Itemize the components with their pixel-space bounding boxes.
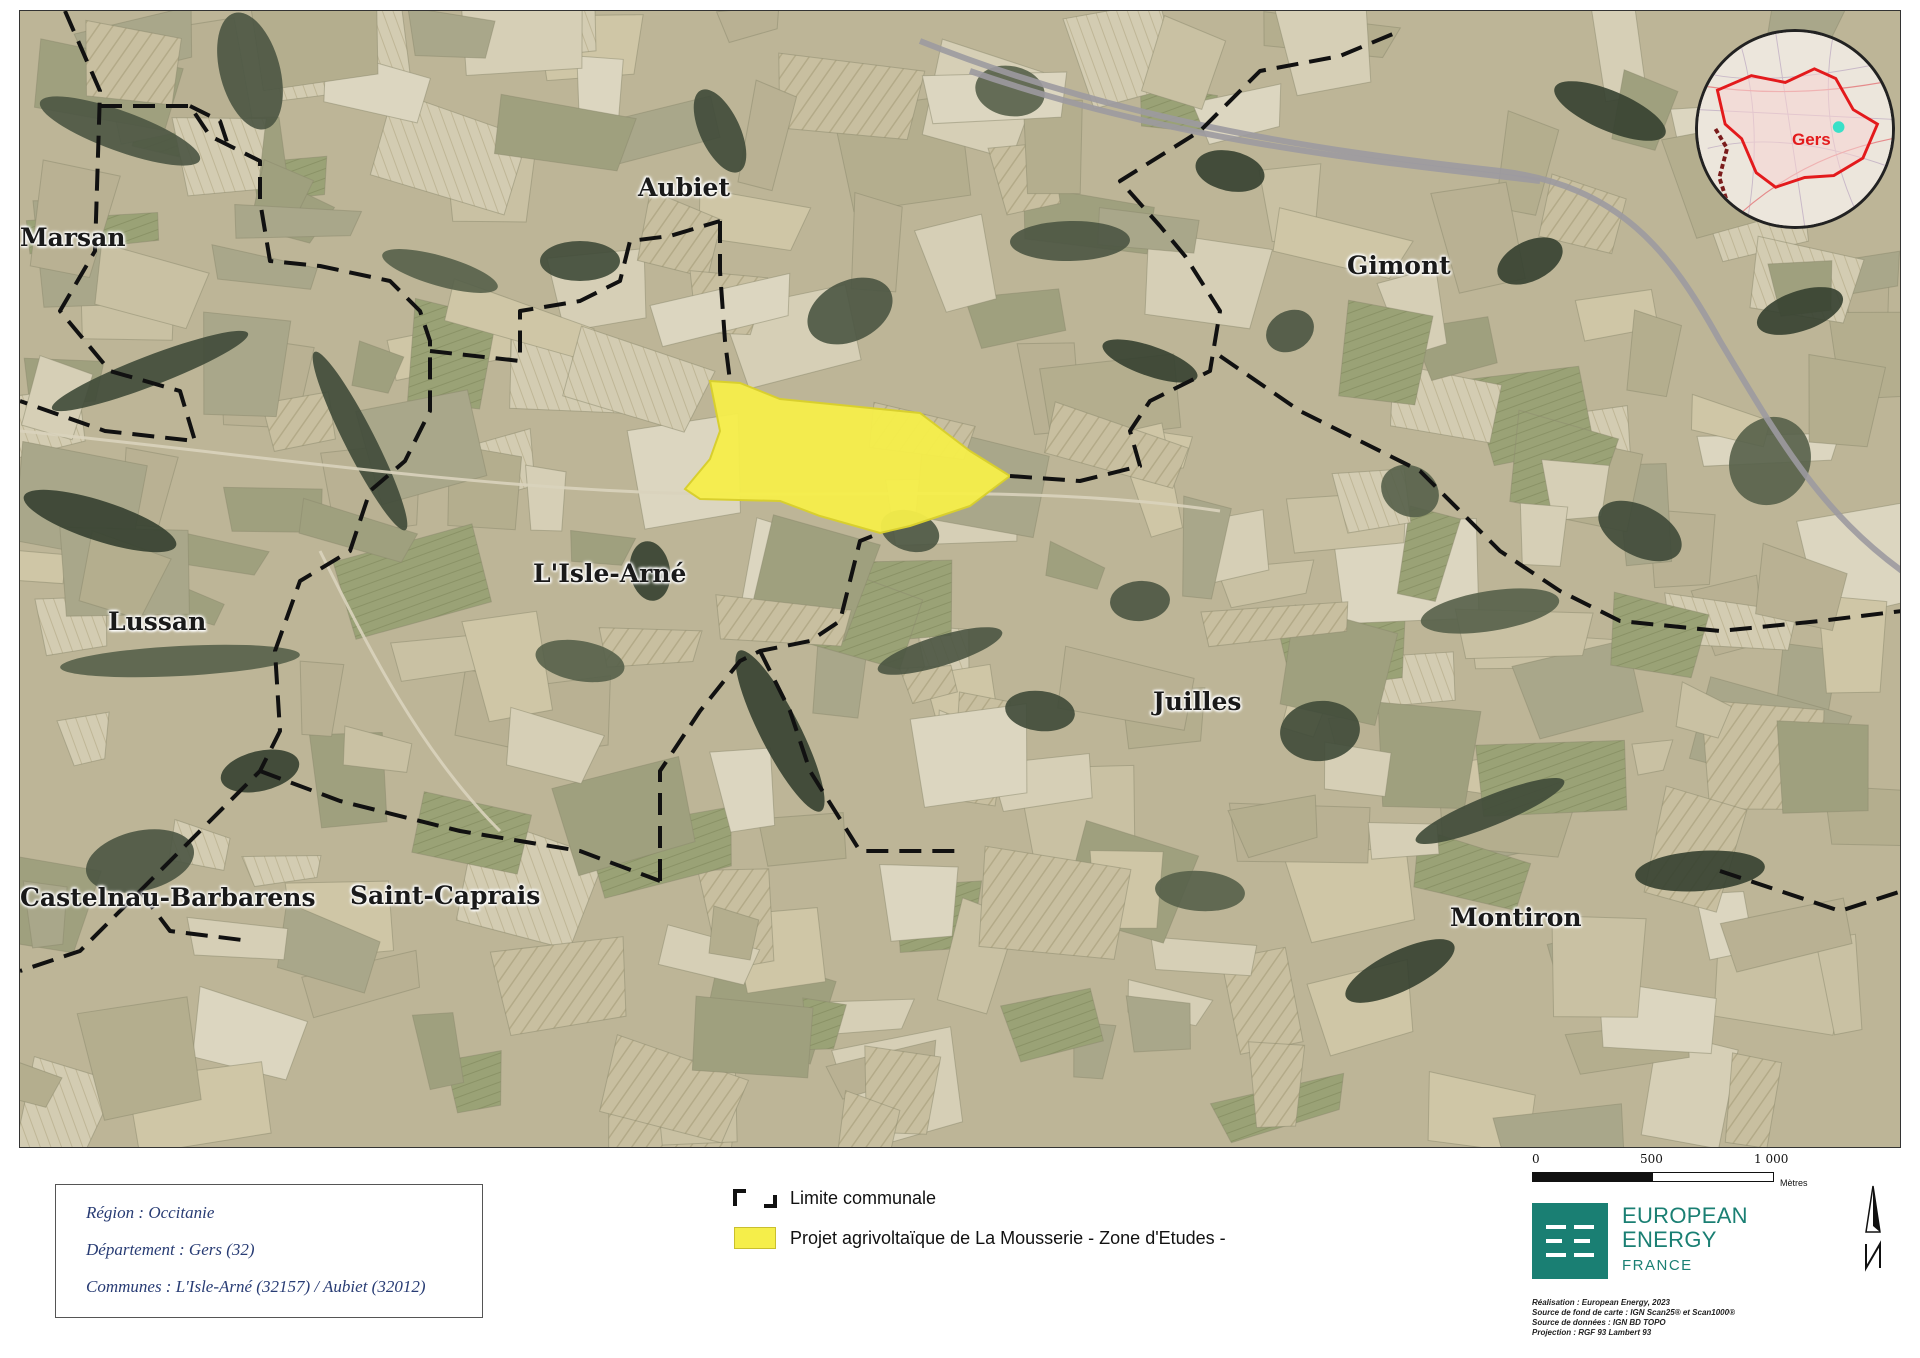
scale-tick-1000: 1 000 [1754,1152,1789,1166]
place-label-isle-arne: L'Isle-Arné [533,559,687,588]
scale-bar: 0 500 1 000 Mètres [1532,1152,1832,1196]
credit-line: Source de données : IGN BD TOPO [1532,1318,1666,1327]
credit-line: Réalisation : European Energy, 2023 [1532,1298,1670,1307]
project-location-marker [1832,121,1845,133]
place-label-saint-caprais: Saint-Caprais [350,881,541,910]
place-label-marsan: Marsan [20,223,126,252]
legend-boundary-label: Limite communale [790,1187,937,1208]
north-arrow-icon [1865,1185,1881,1272]
scale-bar-graphic [1532,1172,1774,1182]
info-box: Région : Occitanie Département : Gers (3… [55,1184,483,1318]
locator-inset-map[interactable]: Gers [1695,29,1895,229]
scale-tick-500: 500 [1640,1152,1663,1166]
info-communes: Communes : L'Isle-Arné (32157) / Aubiet … [86,1277,426,1296]
place-label-lussan: Lussan [108,607,207,636]
aerial-map[interactable] [20,11,1901,1148]
info-departement: Département : Gers (32) [86,1240,255,1259]
credit-line: Projection : RGF 93 Lambert 93 [1532,1328,1652,1337]
legend-row-boundary: Limite communale [732,1178,1226,1218]
legend-row-project: Projet agrivoltaïque de La Mousserie - Z… [732,1218,1226,1258]
project-swatch-icon [734,1227,776,1249]
european-energy-logo: EUROPEAN ENERGY FRANCE [1532,1203,1792,1279]
boundary-swatch-icon [733,1189,777,1208]
logo-word-european: EUROPEAN [1622,1203,1748,1228]
map-frame[interactable]: Aubiet Marsan Gimont L'Isle-Arné Lussan … [19,10,1901,1148]
map-legend: Limite communale Projet agrivoltaïque de… [732,1178,1226,1258]
logo-word-energy: ENERGY [1622,1227,1717,1252]
place-label-gimont: Gimont [1347,251,1451,280]
place-label-juilles: Juilles [1153,687,1242,716]
place-label-aubiet: Aubiet [638,173,731,202]
legend-project-label: Projet agrivoltaïque de La Mousserie - Z… [790,1227,1226,1248]
credit-line: Source de fond de carte : IGN Scan25® et… [1532,1308,1735,1317]
map-credits: Réalisation : European Energy, 2023 Sour… [1532,1298,1735,1338]
scale-unit: Mètres [1780,1178,1808,1188]
info-region: Région : Occitanie [86,1203,215,1222]
european-energy-logo-icon [1532,1203,1608,1279]
logo-word-france: FRANCE [1622,1257,1693,1274]
place-label-montiron: Montiron [1450,903,1582,932]
place-label-castelnau: Castelnau-Barbarens [20,883,316,912]
scale-tick-0: 0 [1532,1152,1540,1166]
inset-label-gers: Gers [1792,130,1831,149]
